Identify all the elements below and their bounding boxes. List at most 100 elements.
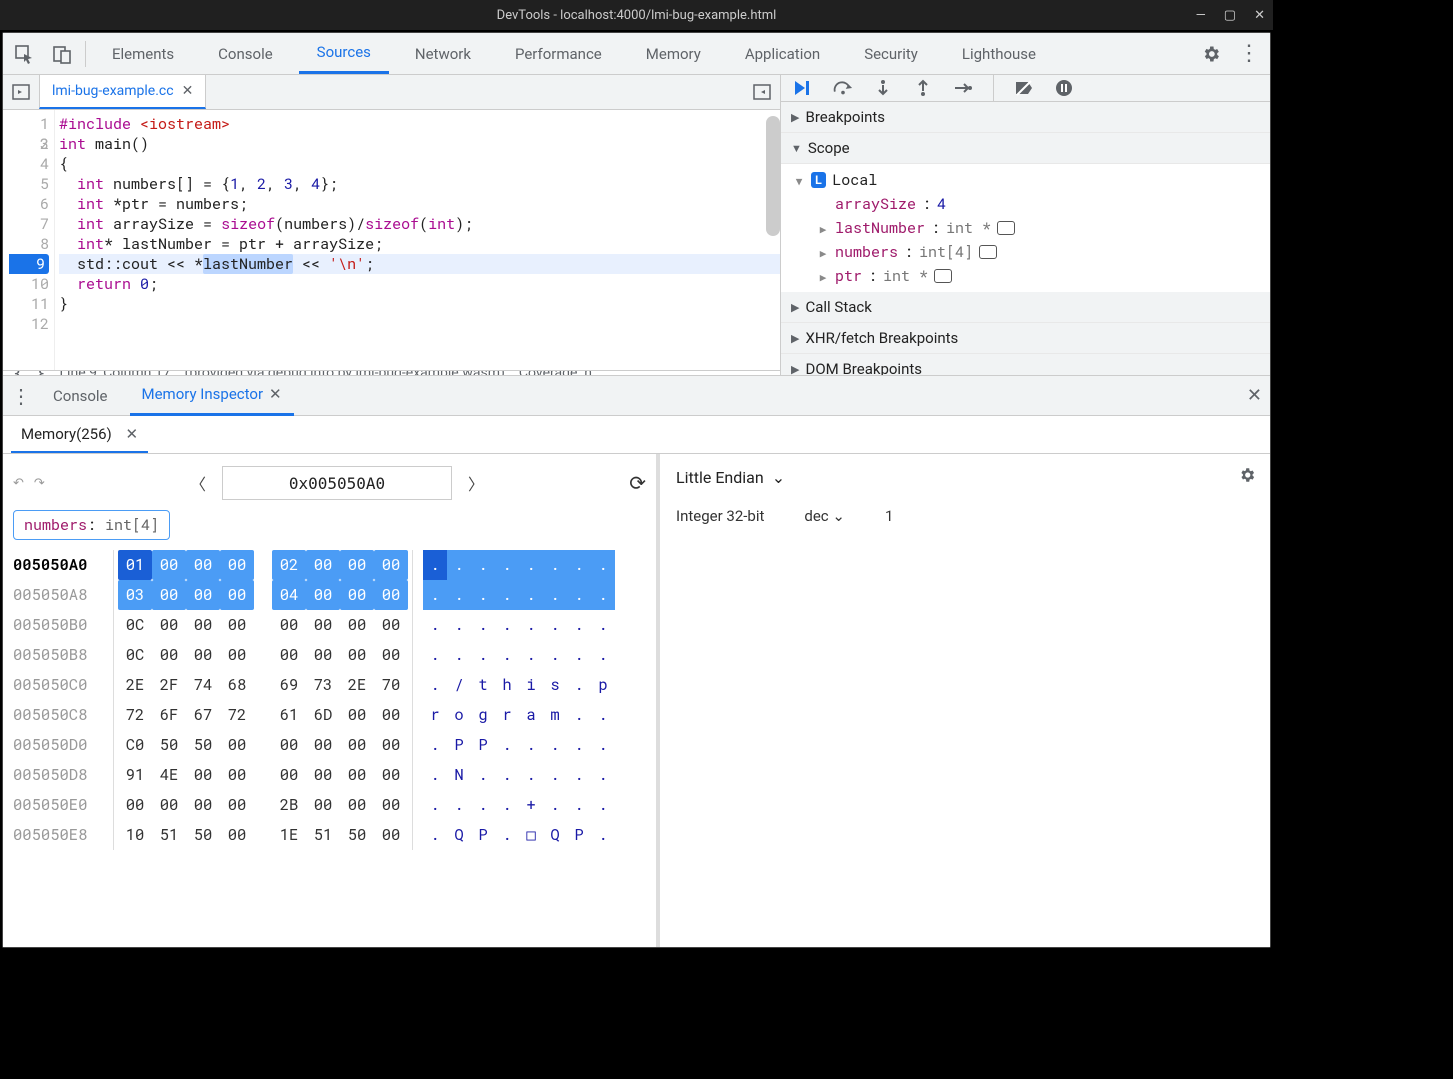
ascii-char[interactable]: . — [591, 550, 615, 580]
hex-byte[interactable]: C0 — [118, 730, 152, 760]
ascii-char[interactable]: . — [519, 550, 543, 580]
hex-byte[interactable]: 2B — [272, 790, 306, 820]
drawer-tab-memory-inspector[interactable]: Memory Inspector✕ — [130, 375, 294, 416]
ascii-char[interactable]: N — [447, 760, 471, 790]
ascii-char[interactable]: . — [447, 790, 471, 820]
close-icon[interactable]: ✕ — [182, 83, 194, 99]
hex-byte[interactable]: 70 — [374, 670, 408, 700]
hex-byte[interactable]: 00 — [186, 640, 220, 670]
ascii-char[interactable]: . — [423, 580, 447, 610]
hex-byte[interactable]: 00 — [306, 640, 340, 670]
step-icon[interactable] — [953, 78, 973, 98]
hex-byte[interactable]: 00 — [152, 580, 186, 610]
scope-var-lastNumber[interactable]: ▶ lastNumber: int * — [817, 216, 1270, 240]
hex-byte[interactable]: 00 — [220, 820, 254, 850]
hex-row[interactable]: 005050D0C050500000000000.PP..... — [13, 730, 646, 760]
ascii-char[interactable]: . — [495, 820, 519, 850]
ascii-char[interactable]: . — [423, 640, 447, 670]
ascii-char[interactable]: . — [495, 550, 519, 580]
memory-tab[interactable]: Memory(256) ✕ — [11, 417, 148, 453]
hex-byte[interactable]: 00 — [374, 550, 408, 580]
code-line[interactable]: 8 int* lastNumber = ptr + arraySize; — [59, 234, 780, 254]
hex-row[interactable]: 005050A00100000002000000........ — [13, 550, 646, 580]
hex-row[interactable]: 005050E8105150001E515000.QP.□QP. — [13, 820, 646, 850]
ascii-char[interactable]: . — [447, 610, 471, 640]
tab-console[interactable]: Console — [200, 35, 291, 73]
hex-byte[interactable]: 00 — [186, 610, 220, 640]
hex-byte[interactable]: 00 — [186, 550, 220, 580]
ascii-char[interactable]: . — [423, 550, 447, 580]
ascii-char[interactable]: . — [591, 640, 615, 670]
ascii-char[interactable]: o — [447, 700, 471, 730]
ascii-char[interactable]: + — [519, 790, 543, 820]
gear-icon[interactable] — [1196, 39, 1226, 69]
drawer-tab-console[interactable]: Console — [41, 377, 120, 415]
scope-var-numbers[interactable]: ▶ numbers: int[4] — [817, 240, 1270, 264]
close-icon[interactable]: ✕ — [125, 425, 138, 443]
source-editor[interactable]: 1#include <iostream>23int main()4{5 int … — [3, 110, 780, 370]
ascii-char[interactable]: . — [567, 640, 591, 670]
hex-byte[interactable]: 00 — [152, 640, 186, 670]
ascii-char[interactable]: . — [519, 580, 543, 610]
hex-byte[interactable]: 1E — [272, 820, 306, 850]
ascii-char[interactable]: . — [519, 730, 543, 760]
pause-on-exceptions-icon[interactable] — [1054, 78, 1074, 98]
code-line[interactable]: 7 int arraySize = sizeof(numbers)/sizeof… — [59, 214, 780, 234]
ascii-char[interactable]: . — [591, 700, 615, 730]
ascii-char[interactable]: . — [543, 610, 567, 640]
tab-security[interactable]: Security — [846, 35, 936, 73]
hex-row[interactable]: 005050C8726F6772616D0000rogram.. — [13, 700, 646, 730]
hex-byte[interactable]: 00 — [340, 640, 374, 670]
hex-byte[interactable]: 00 — [220, 610, 254, 640]
step-into-icon[interactable] — [873, 78, 893, 98]
code-line[interactable]: 5 int numbers[] = {1, 2, 3, 4}; — [59, 174, 780, 194]
ascii-char[interactable]: . — [519, 760, 543, 790]
hex-byte[interactable]: 4E — [152, 760, 186, 790]
ascii-char[interactable]: . — [423, 820, 447, 850]
hex-byte[interactable]: 50 — [186, 730, 220, 760]
ascii-char[interactable]: . — [591, 760, 615, 790]
hex-byte[interactable]: 0C — [118, 640, 152, 670]
memory-object-chip[interactable]: numbers: int[4] — [13, 510, 170, 540]
ascii-char[interactable]: . — [495, 730, 519, 760]
ascii-char[interactable]: . — [471, 550, 495, 580]
hex-byte[interactable]: 01 — [118, 550, 152, 580]
hex-byte[interactable]: 61 — [272, 700, 306, 730]
hex-byte[interactable]: 00 — [374, 820, 408, 850]
hex-byte[interactable]: 02 — [272, 550, 306, 580]
ascii-char[interactable]: . — [567, 700, 591, 730]
tab-performance[interactable]: Performance — [497, 35, 620, 73]
ascii-char[interactable]: . — [423, 610, 447, 640]
hex-byte[interactable]: 00 — [220, 790, 254, 820]
ascii-char[interactable]: . — [543, 730, 567, 760]
ascii-char[interactable]: Q — [543, 820, 567, 850]
hex-byte[interactable]: 00 — [272, 640, 306, 670]
hex-byte[interactable]: 00 — [220, 760, 254, 790]
ascii-char[interactable]: s — [543, 670, 567, 700]
hex-byte[interactable]: 00 — [374, 760, 408, 790]
memory-reveal-icon[interactable] — [997, 221, 1015, 235]
ascii-char[interactable]: . — [471, 760, 495, 790]
scope-var-arraySize[interactable]: arraySize: 4 — [817, 192, 1270, 216]
hex-byte[interactable]: 04 — [272, 580, 306, 610]
ascii-char[interactable]: . — [495, 790, 519, 820]
memory-address-input[interactable]: 0x005050A0 — [222, 466, 452, 500]
ascii-char[interactable]: . — [543, 760, 567, 790]
ascii-char[interactable]: . — [591, 580, 615, 610]
ascii-char[interactable]: . — [471, 610, 495, 640]
hex-byte[interactable]: 00 — [118, 790, 152, 820]
hex-byte[interactable]: 67 — [186, 700, 220, 730]
hex-byte[interactable]: 00 — [340, 730, 374, 760]
hex-row[interactable]: 005050B80C00000000000000........ — [13, 640, 646, 670]
hex-byte[interactable]: 00 — [152, 550, 186, 580]
hex-byte[interactable]: 50 — [186, 820, 220, 850]
hex-byte[interactable]: 00 — [306, 550, 340, 580]
scope-var-ptr[interactable]: ▶ ptr: int * — [817, 264, 1270, 288]
ascii-char[interactable]: m — [543, 700, 567, 730]
hex-byte[interactable]: 00 — [272, 610, 306, 640]
hex-byte[interactable]: 0C — [118, 610, 152, 640]
code-line[interactable]: 10 return 0; — [59, 274, 780, 294]
minimize-icon[interactable]: — — [1196, 8, 1206, 23]
ascii-char[interactable]: . — [423, 760, 447, 790]
tab-elements[interactable]: Elements — [94, 35, 192, 73]
